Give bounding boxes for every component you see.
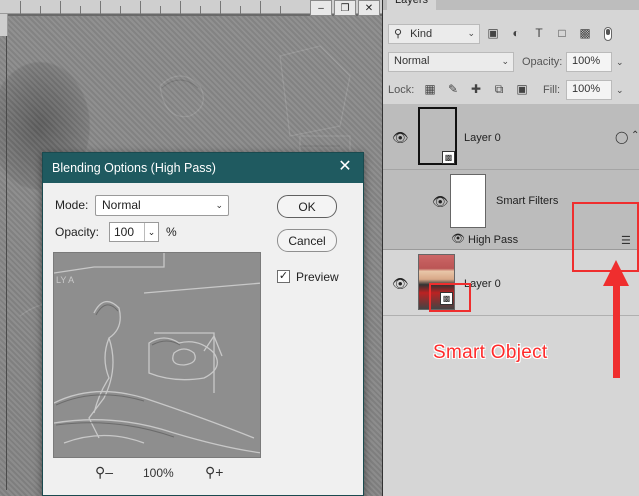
fill-value: 100%	[572, 83, 601, 95]
percent-sign: %	[166, 225, 177, 239]
minimize-icon[interactable]: –	[310, 0, 332, 16]
smart-object-filter-icon[interactable]: ▩	[577, 25, 593, 41]
preview-embossed-text: LY A	[56, 275, 74, 285]
zoom-level: 100%	[143, 466, 174, 480]
lock-pixels-icon[interactable]: ✎	[446, 82, 460, 97]
fill-field[interactable]: 100%	[566, 80, 612, 100]
restore-icon[interactable]: ❐	[334, 0, 356, 16]
arrow-shaft	[613, 282, 620, 378]
chevron-down-icon: ⌄	[501, 56, 509, 66]
search-icon: ⚲	[394, 28, 403, 40]
chevron-down-icon[interactable]: ⌄	[616, 57, 624, 68]
lock-position-icon[interactable]: ✚	[469, 82, 483, 97]
opacity-field[interactable]: 100 ⌄	[109, 222, 159, 242]
chevron-up-icon[interactable]: ⌃	[631, 130, 639, 141]
chevron-down-icon[interactable]: ⌄	[616, 85, 624, 96]
ok-button[interactable]: OK	[277, 195, 337, 218]
document-window-controls: – ❐ ✕	[310, 0, 380, 16]
preview-label: Preview	[296, 270, 339, 284]
preview-image[interactable]: LY A	[53, 252, 261, 458]
layer-filter-icons: ▣ ◐ T □ ▩	[485, 25, 593, 41]
eye-icon[interactable]: 👁	[392, 130, 409, 146]
lock-transparent-icon[interactable]: ▦	[423, 82, 437, 97]
lock-label: Lock:	[388, 84, 415, 96]
chevron-down-icon: ⌄	[215, 200, 223, 210]
close-window-icon[interactable]: ✕	[358, 0, 380, 16]
zoom-out-icon[interactable]: ⚲–	[95, 464, 113, 481]
mode-label: Mode:	[55, 198, 89, 212]
layer-name[interactable]: Layer 0	[464, 132, 501, 144]
blending-options-dialog: Blending Options (High Pass) ✕ Mode: Nor…	[42, 152, 364, 496]
layer-row[interactable]: 👁 ▩ Layer 0 ◯ ⌃	[383, 104, 639, 170]
preview-checkbox[interactable]: ✓	[277, 270, 290, 283]
chevron-down-icon: ⌄	[467, 28, 475, 38]
adjustment-filter-icon[interactable]: ◐	[508, 25, 524, 41]
mode-select[interactable]: Normal ⌄	[95, 195, 229, 216]
shape-filter-icon[interactable]: □	[554, 25, 570, 41]
link-icon: ◯	[615, 130, 629, 144]
kind-filter-value: Kind	[410, 28, 433, 40]
opacity-label: Opacity:	[522, 56, 563, 68]
cancel-button[interactable]: Cancel	[277, 229, 337, 252]
mode-value: Normal	[102, 198, 141, 212]
tab-layers[interactable]: Layers	[387, 0, 437, 10]
smart-object-annotation: Smart Object	[433, 342, 548, 363]
pixel-filter-icon[interactable]: ▣	[485, 25, 501, 41]
filter-mask-thumbnail	[450, 174, 486, 228]
lock-icons: ▦ ✎ ✚ ⧉ ▣	[423, 82, 529, 97]
type-filter-icon[interactable]: T	[531, 25, 547, 41]
smart-filters-label: Smart Filters	[496, 195, 559, 207]
canvas-edge-line	[6, 20, 7, 490]
eye-icon[interactable]: 👁	[392, 276, 409, 292]
filter-toggle[interactable]	[604, 27, 612, 41]
opacity-value: 100	[114, 225, 135, 239]
eye-icon[interactable]: 👁	[451, 232, 465, 245]
zoom-in-icon[interactable]: ⚲+	[205, 464, 223, 481]
lock-artboard-icon[interactable]: ⧉	[492, 82, 506, 97]
blend-mode-select[interactable]: Normal ⌄	[388, 52, 514, 72]
layers-list: 👁 ▩ Layer 0 ◯ ⌃ 👁 Smart Filters 👁 High P…	[383, 104, 639, 496]
blend-mode-value: Normal	[394, 55, 430, 67]
dialog-title: Blending Options (High Pass)	[52, 161, 216, 175]
chevron-down-icon[interactable]: ⌄	[144, 223, 158, 241]
kind-filter-select[interactable]: ⚲ Kind ⌄	[388, 24, 480, 44]
eye-icon[interactable]: 👁	[432, 194, 449, 210]
layer-opacity-field[interactable]: 100%	[566, 52, 612, 72]
preview-embossed-content: LY A	[54, 253, 260, 457]
close-icon[interactable]: ✕	[337, 159, 353, 175]
opacity-label: Opacity:	[55, 225, 100, 239]
dialog-titlebar[interactable]: Blending Options (High Pass) ✕	[43, 153, 363, 183]
lock-all-icon[interactable]: ▣	[515, 82, 529, 97]
fill-label: Fill:	[543, 84, 561, 96]
vertical-ruler	[0, 14, 8, 36]
panel-tabbar: Layers	[383, 0, 639, 10]
smart-object-icon: ▩	[442, 151, 455, 164]
high-pass-label[interactable]: High Pass	[468, 234, 518, 246]
smart-object-highlight	[429, 283, 471, 312]
layer-opacity-value: 100%	[572, 55, 601, 67]
